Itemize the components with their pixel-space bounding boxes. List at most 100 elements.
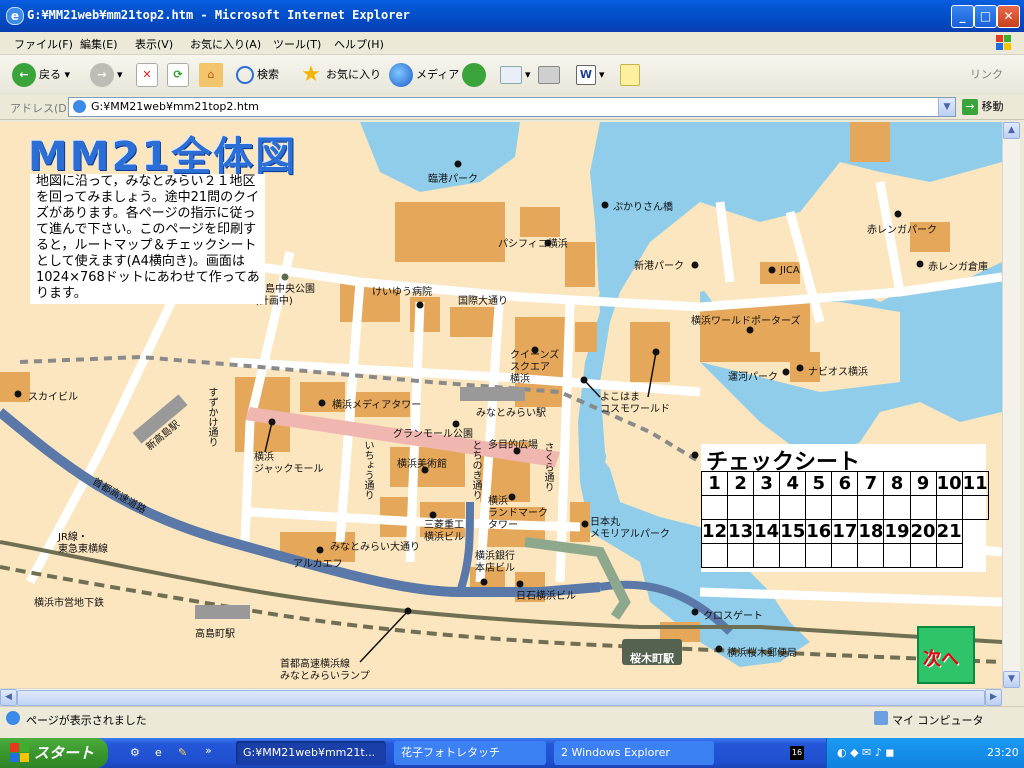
taskbar-item-photo[interactable]: 花子フォトレタッチ	[394, 741, 546, 765]
ie-icon[interactable]: e	[6, 7, 24, 25]
map-label-mitsubishi: 三菱重工 横浜ビル	[424, 520, 464, 543]
tray-icons[interactable]: ◐ ◆ ✉ ♪ ◼	[837, 746, 894, 759]
maximize-button[interactable]: □	[974, 5, 997, 28]
check-box	[779, 495, 807, 520]
check-number: 6	[831, 471, 859, 496]
minimize-button[interactable]: _	[951, 5, 974, 28]
mail-button[interactable]: ▾	[500, 61, 531, 89]
search-button[interactable]: 検索	[236, 61, 279, 89]
history-button[interactable]	[462, 61, 489, 89]
check-box	[753, 495, 781, 520]
quicklaunch-icon[interactable]: ⚙	[130, 746, 140, 759]
map-label-post-office: 横浜桜木郵便局	[727, 648, 797, 659]
status-bar: ページが表示されました マイ コンピュータ	[0, 706, 1024, 731]
map-label-takashimacho-station: 高島町駅	[195, 629, 235, 640]
map-label-queens-square: クイーンズ スクエア 横浜	[510, 350, 560, 385]
check-number: 15	[779, 519, 807, 544]
quicklaunch-more-icon[interactable]: »	[205, 744, 212, 757]
quicklaunch-media-icon[interactable]: ✎	[178, 746, 187, 759]
address-dropdown-icon[interactable]: ▼	[938, 98, 955, 116]
check-number: 20	[909, 519, 937, 544]
page-done-icon	[6, 711, 20, 725]
check-box	[831, 543, 859, 568]
vertical-scrollbar[interactable]: ▲ ▼	[1002, 122, 1020, 688]
go-button[interactable]: → 移動	[962, 98, 1004, 115]
horizontal-scrollbar[interactable]: ◀ ▶	[0, 688, 1002, 706]
favorites-button[interactable]: ★ お気に入り	[299, 61, 381, 89]
menu-tools[interactable]: ツール(T)	[273, 36, 321, 52]
check-number: 3	[753, 471, 781, 496]
map-label-sky-building: スカイビル	[28, 392, 78, 403]
back-button[interactable]: ← 戻る ▾	[12, 61, 70, 89]
taskbar-item-ie[interactable]: G:¥MM21web¥mm21t...	[236, 741, 386, 765]
quicklaunch-ie-icon[interactable]: e	[155, 746, 162, 759]
map-label-minatomirai-odori: みなとみらい大通り	[330, 542, 420, 553]
menu-view[interactable]: 表示(V)	[135, 36, 173, 52]
check-number: 14	[753, 519, 781, 544]
check-box	[857, 495, 885, 520]
forward-button[interactable]: → ▾	[90, 61, 123, 89]
check-number: 13	[727, 519, 755, 544]
map-label-minatomirai-station: みなとみらい駅	[476, 408, 546, 419]
refresh-icon: ⟳	[167, 63, 189, 87]
home-icon: ⌂	[199, 63, 223, 87]
ime-icon[interactable]: 16	[790, 746, 804, 760]
home-button[interactable]: ⌂	[199, 61, 226, 89]
scroll-down-icon[interactable]: ▼	[1003, 671, 1020, 688]
map-label-landmark-tower: 横浜 ランドマーク タワー	[488, 496, 548, 531]
check-box	[805, 495, 833, 520]
next-button[interactable]: 次へ	[917, 626, 975, 684]
menu-edit[interactable]: 編集(E)	[80, 36, 118, 52]
links-label[interactable]: リンク	[970, 61, 1003, 89]
start-button[interactable]: スタート	[0, 738, 108, 768]
scroll-up-icon[interactable]: ▲	[1003, 122, 1020, 139]
refresh-button[interactable]: ⟳	[167, 61, 192, 89]
check-sheet: チェックシート 1 2 3 4 5 6 7 8 9 10 11 12 13 14…	[700, 444, 989, 572]
word-icon: W	[576, 65, 596, 85]
map-label-pukari-sanbashi: ぷかりさん橋	[613, 202, 673, 213]
taskbar-item-explorer[interactable]: 2 Windows Explorer	[554, 741, 714, 765]
address-label: アドレス(D)	[10, 102, 72, 115]
note-button[interactable]	[620, 61, 643, 89]
horizontal-scroll-thumb[interactable]	[17, 690, 985, 706]
map-label-media-tower: 横浜メディアタワー	[332, 400, 422, 411]
check-number	[962, 520, 988, 544]
map-label-nisseki: 日石横浜ビル	[516, 591, 576, 602]
address-url: G:¥MM21web¥mm21top2.htm	[91, 100, 259, 113]
map-label-nipponmaru: 日本丸 メモリアルパーク	[590, 517, 670, 540]
check-number: 19	[883, 519, 911, 544]
windows-flag-icon	[10, 743, 29, 762]
check-number: 7	[857, 471, 885, 496]
address-input[interactable]: G:¥MM21web¥mm21top2.htm ▼	[68, 97, 956, 117]
menu-favorites[interactable]: お気に入り(A)	[190, 36, 261, 52]
toolbar: ← 戻る ▾ → ▾ ✕ ⟳ ⌂ 検索 ★ お気に入り メディア ▾ W ▾ リンク	[0, 55, 1024, 96]
map-label-expressway-ramp: 首都高速横浜線 みなとみらいランプ	[280, 659, 370, 682]
scroll-left-icon[interactable]: ◀	[0, 689, 17, 706]
print-button[interactable]	[538, 61, 563, 89]
note-icon	[620, 64, 640, 86]
menu-help[interactable]: ヘルプ(H)	[334, 36, 384, 52]
edit-button[interactable]: W ▾	[576, 61, 605, 89]
security-zone: マイ コンピュータ	[892, 714, 984, 727]
scroll-right-icon[interactable]: ▶	[985, 689, 1002, 706]
media-button[interactable]: メディア	[389, 61, 459, 89]
check-sheet-table: 1 2 3 4 5 6 7 8 9 10 11 12 13 14 15 16 1…	[700, 471, 989, 568]
page-content: 臨港パーク ぷかりさん橋 パシフィコ横浜 赤レンガパーク 新港パーク JICA …	[0, 122, 1002, 688]
check-number: 5	[805, 471, 833, 496]
menu-file[interactable]: ファイル(F)	[14, 36, 73, 52]
map-label-cosmo-world: よこはま コスモワールド	[600, 392, 670, 415]
map-label-sakura-dori: さくら通り	[542, 442, 553, 492]
map-label-jr-tokyu: JR線・ 東急東横線	[58, 532, 108, 555]
check-box	[883, 495, 911, 520]
close-button[interactable]: ✕	[997, 5, 1020, 28]
windows-logo-icon	[990, 32, 1018, 54]
stop-button[interactable]: ✕	[136, 61, 161, 89]
map-label-shinko-park: 新港パーク	[634, 261, 684, 272]
map-label-yokohama-bank: 横浜銀行 本店ビル	[475, 551, 515, 574]
map-label-arcaef: アルカエフ	[293, 559, 343, 570]
map-label-pacifico: パシフィコ横浜	[498, 239, 568, 250]
check-number: 1	[700, 471, 729, 496]
check-number: 11	[961, 471, 989, 496]
back-arrow-icon: ←	[12, 63, 36, 87]
check-box	[961, 495, 989, 520]
